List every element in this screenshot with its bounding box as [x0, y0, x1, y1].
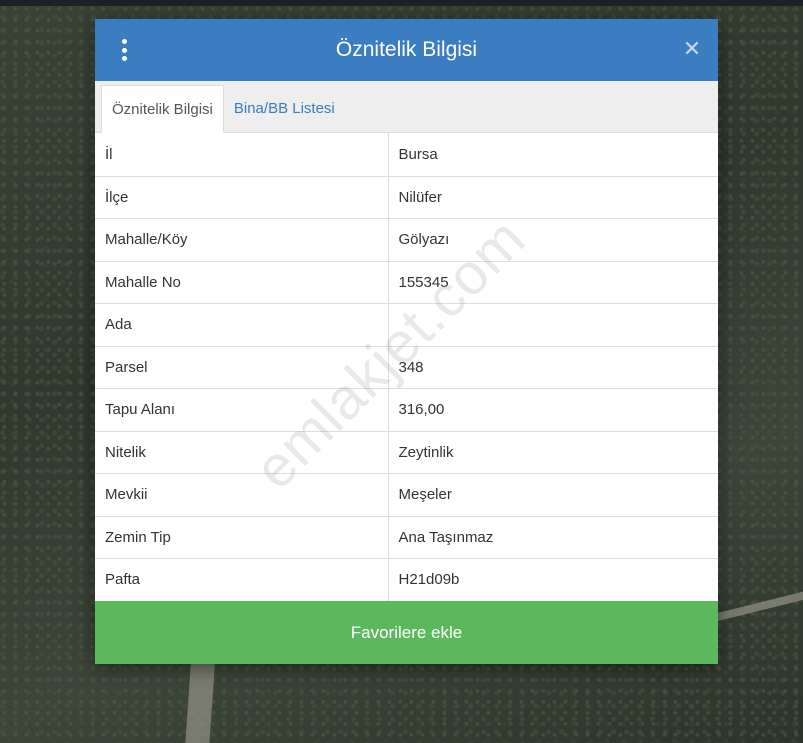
attribute-value: H21d09b: [388, 558, 718, 602]
attribute-info-dialog: Öznitelik Bilgisi ✕ Öznitelik Bilgisi Bi…: [95, 19, 718, 664]
attribute-key: İl: [95, 133, 389, 177]
attribute-key: İlçe: [95, 176, 389, 219]
attribute-table: İl Bursa İlçe Nilüfer Mahalle/Köy Gölyaz…: [95, 133, 718, 602]
attribute-value: 155345: [388, 261, 718, 304]
attribute-value: 316,00: [388, 388, 718, 432]
attribute-key: Parsel: [95, 346, 389, 389]
dialog-tabs: Öznitelik Bilgisi Bina/BB Listesi: [95, 81, 718, 133]
table-row: Pafta H21d09b: [95, 558, 718, 602]
table-row: Ada: [95, 303, 718, 347]
attribute-value: Zeytinlik: [388, 431, 718, 474]
attribute-value: Ana Taşınmaz: [388, 516, 718, 559]
table-row: Mevkii Meşeler: [95, 473, 718, 517]
attribute-value: Bursa: [388, 133, 718, 177]
attribute-key: Mahalle No: [95, 261, 389, 304]
attribute-value: Meşeler: [388, 473, 718, 517]
attribute-value: Gölyazı: [388, 218, 718, 262]
table-row: Mahalle/Köy Gölyazı: [95, 218, 718, 262]
attribute-key: Mahalle/Köy: [95, 218, 389, 262]
attribute-key: Ada: [95, 303, 389, 347]
table-row: Zemin Tip Ana Taşınmaz: [95, 516, 718, 559]
map-road: [710, 585, 803, 623]
attribute-key: Mevkii: [95, 473, 389, 517]
attribute-key: Tapu Alanı: [95, 388, 389, 432]
tab-attribute-info[interactable]: Öznitelik Bilgisi: [101, 85, 224, 133]
table-row: İlçe Nilüfer: [95, 176, 718, 219]
table-row: İl Bursa: [95, 133, 718, 177]
attribute-value: [388, 303, 718, 347]
tab-building-list[interactable]: Bina/BB Listesi: [224, 84, 345, 132]
dialog-title: Öznitelik Bilgisi: [335, 38, 478, 61]
attribute-key: Zemin Tip: [95, 516, 389, 559]
table-row: Tapu Alanı 316,00: [95, 388, 718, 432]
table-row: Parsel 348: [95, 346, 718, 389]
attribute-key: Nitelik: [95, 431, 389, 474]
kebab-menu-icon[interactable]: [119, 39, 129, 61]
attribute-value: 348: [388, 346, 718, 389]
table-row: Nitelik Zeytinlik: [95, 431, 718, 474]
close-icon[interactable]: ✕: [682, 37, 702, 61]
map-top-bar: [0, 0, 803, 6]
dialog-header: Öznitelik Bilgisi ✕: [95, 19, 718, 81]
add-to-favorites-button[interactable]: Favorilere ekle: [95, 601, 718, 664]
attribute-value: Nilüfer: [388, 176, 718, 219]
table-row: Mahalle No 155345: [95, 261, 718, 304]
attribute-key: Pafta: [95, 558, 389, 602]
